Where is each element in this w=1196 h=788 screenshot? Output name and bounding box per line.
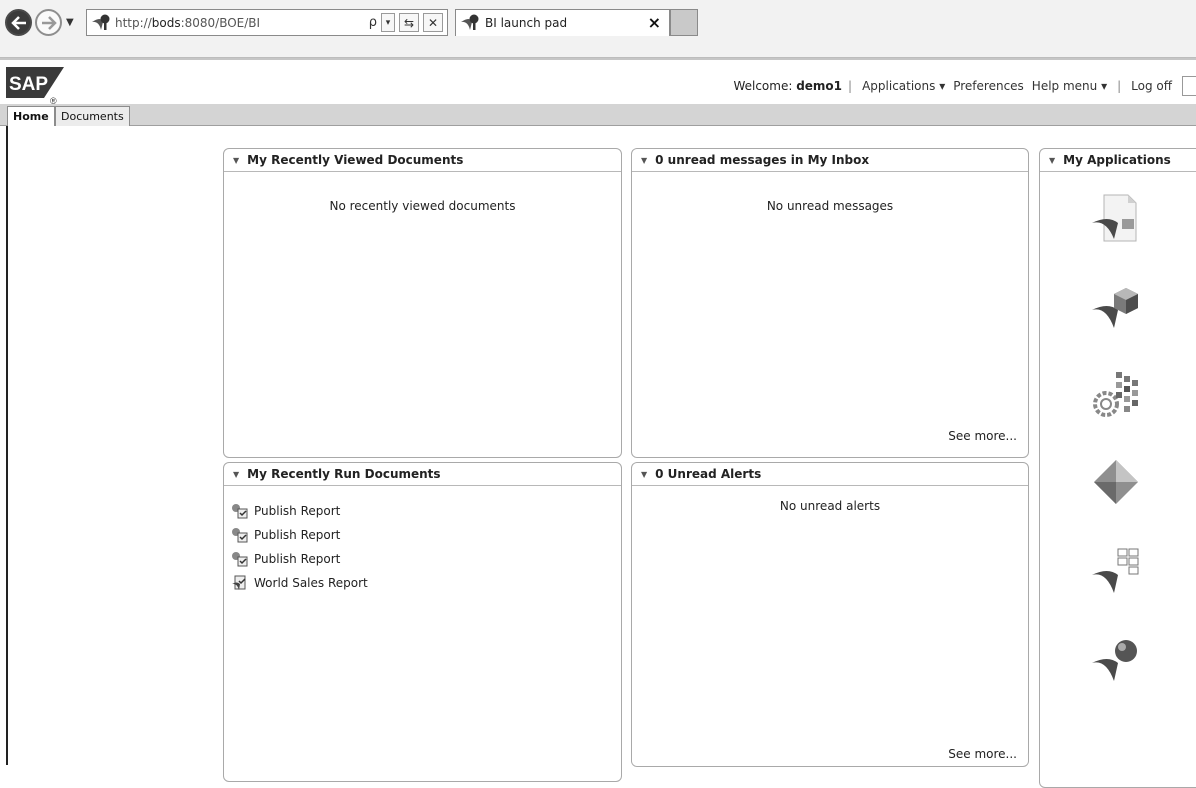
- search-icon[interactable]: ρ: [369, 15, 377, 30]
- diamond-app-icon[interactable]: [1086, 452, 1146, 512]
- panel-title: My Recently Run Documents: [247, 467, 441, 481]
- panel-header[interactable]: ▼ 0 unread messages in My Inbox: [632, 149, 1028, 172]
- crystal-reports-icon[interactable]: [1086, 276, 1146, 336]
- document-name[interactable]: World Sales Report: [254, 576, 368, 590]
- app-header: SAP ® Welcome: demo1 | Applications ▾ Pr…: [0, 58, 1196, 104]
- left-frame-border: [6, 126, 8, 765]
- publication-icon: [232, 552, 248, 567]
- tab-close-icon[interactable]: ×: [648, 13, 661, 32]
- empty-message: No unread alerts: [779, 499, 881, 513]
- panel-title: 0 Unread Alerts: [655, 467, 762, 481]
- recently-viewed-panel: ▼ My Recently Viewed Documents No recent…: [223, 148, 622, 458]
- new-tab-button[interactable]: [670, 9, 698, 36]
- panel-header[interactable]: ▼ 0 Unread Alerts: [632, 463, 1028, 486]
- sap-tab-icon: [461, 14, 479, 30]
- back-button[interactable]: [5, 9, 32, 36]
- separator: |: [1117, 79, 1122, 93]
- tab-home[interactable]: Home: [7, 106, 55, 126]
- list-item[interactable]: Publish Report: [231, 523, 621, 547]
- browser-tab-bi-launch-pad[interactable]: BI launch pad ×: [455, 9, 670, 36]
- address-bar[interactable]: http://bods:8080/BOE/BI ρ ▾ ⇆ ✕: [86, 9, 448, 36]
- panel-title: My Recently Viewed Documents: [247, 153, 464, 167]
- see-more-link[interactable]: See more...: [948, 747, 1017, 761]
- alerts-panel: ▼ 0 Unread Alerts No unread alerts See m…: [631, 462, 1029, 767]
- see-more-link[interactable]: See more...: [948, 429, 1017, 443]
- publication-icon: [232, 504, 248, 519]
- recently-run-panel: ▼ My Recently Run Documents Publish Repo…: [223, 462, 622, 782]
- username: demo1: [796, 79, 843, 93]
- user-menu-bar: Welcome: demo1 | Applications ▾ Preferen…: [733, 76, 1196, 96]
- sap-favicon-icon: [92, 14, 110, 30]
- svg-text:®: ®: [50, 96, 57, 104]
- panel-header[interactable]: ▼ My Recently Viewed Documents: [224, 149, 621, 172]
- list-item[interactable]: World Sales Report: [231, 571, 621, 595]
- welcome-label: Welcome: demo1: [733, 79, 843, 93]
- empty-message: No recently viewed documents: [329, 199, 516, 213]
- svg-text:SAP: SAP: [9, 74, 48, 95]
- document-name[interactable]: Publish Report: [254, 504, 340, 518]
- applications-menu[interactable]: Applications ▾: [862, 79, 945, 93]
- history-dropdown-icon[interactable]: ▼: [66, 17, 74, 28]
- collapse-caret-icon[interactable]: ▼: [233, 470, 239, 479]
- forward-button[interactable]: [35, 9, 62, 36]
- separator: |: [848, 79, 853, 93]
- list-item[interactable]: Publish Report: [231, 499, 621, 523]
- collapse-caret-icon[interactable]: ▼: [641, 156, 647, 165]
- log-off-link[interactable]: Log off: [1131, 79, 1172, 93]
- webi-document-icon[interactable]: [1086, 189, 1146, 249]
- panel-title: 0 unread messages in My Inbox: [655, 153, 870, 167]
- stop-button[interactable]: ✕: [423, 13, 443, 32]
- publication-icon: [232, 528, 248, 543]
- back-arrow-icon: [10, 15, 26, 30]
- address-url: http://bods:8080/BOE/BI: [115, 15, 261, 30]
- panel-header[interactable]: ▼ My Recently Run Documents: [224, 463, 621, 486]
- compatibility-refresh-button[interactable]: ⇆: [399, 13, 419, 32]
- inbox-panel: ▼ 0 unread messages in My Inbox No unrea…: [631, 148, 1029, 458]
- explorer-sphere-icon[interactable]: [1086, 627, 1146, 687]
- collapse-caret-icon[interactable]: ▼: [641, 470, 647, 479]
- search-box[interactable]: [1182, 76, 1196, 96]
- help-menu[interactable]: Help menu ▾: [1032, 79, 1107, 93]
- document-name[interactable]: Publish Report: [254, 552, 340, 566]
- collapse-caret-icon[interactable]: ▼: [233, 156, 239, 165]
- address-dropdown-button[interactable]: ▾: [381, 13, 395, 32]
- document-name[interactable]: Publish Report: [254, 528, 340, 542]
- tab-title: BI launch pad: [485, 16, 568, 30]
- app-tab-strip: Home Documents: [0, 104, 1196, 126]
- report-icon: [232, 575, 246, 590]
- applications-panel: ▼ My Applications: [1039, 148, 1196, 788]
- cmc-settings-icon[interactable]: [1086, 364, 1146, 424]
- browser-toolbar: ▼ http://bods:8080/BOE/BI ρ ▾ ⇆ ✕ BI lau…: [0, 0, 1196, 58]
- panel-title: My Applications: [1063, 153, 1171, 167]
- tab-documents[interactable]: Documents: [55, 106, 130, 126]
- sap-logo: SAP ®: [6, 67, 64, 104]
- forward-arrow-icon: [41, 15, 57, 30]
- empty-message: No unread messages: [766, 199, 894, 213]
- collapse-caret-icon[interactable]: ▼: [1049, 156, 1055, 165]
- dashboard-app-icon[interactable]: [1086, 539, 1146, 599]
- list-item[interactable]: Publish Report: [231, 547, 621, 571]
- panel-header[interactable]: ▼ My Applications: [1040, 149, 1196, 172]
- preferences-link[interactable]: Preferences: [953, 79, 1024, 93]
- recent-documents-list: Publish Report Publish Report Publish Re…: [224, 499, 621, 595]
